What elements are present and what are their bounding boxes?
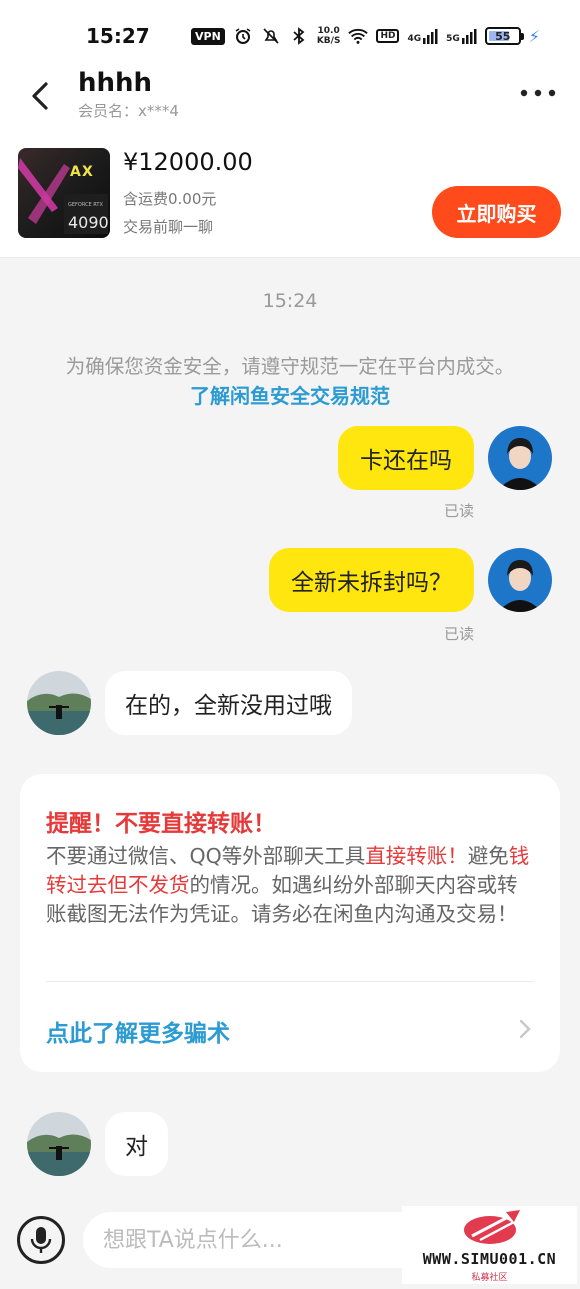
- anti-fraud-warning-card: 提醒！不要直接转账！ 不要通过微信、QQ等外部聊天工具直接转账！避免钱转过去但不…: [20, 774, 560, 1072]
- warning-title: 提醒！不要直接转账！: [46, 811, 276, 837]
- back-arrow-icon[interactable]: [26, 76, 56, 116]
- warning-text: 避免: [467, 844, 509, 868]
- read-status: 已读: [444, 625, 475, 643]
- hd-badge: HD: [376, 29, 400, 43]
- buy-now-button[interactable]: 立即购买: [432, 186, 561, 238]
- read-status: 已读: [444, 502, 475, 520]
- charging-icon: ⚡: [528, 26, 540, 46]
- watermark-logo-icon: [464, 1210, 520, 1244]
- microphone-icon: [30, 1227, 52, 1253]
- message-bubble-received[interactable]: 对: [105, 1112, 168, 1176]
- warning-body: 不要通过微信、QQ等外部聊天工具直接转账！避免钱转过去但不发货的情况。如遇纠纷外…: [46, 842, 536, 929]
- watermark-subtext: 私募社区: [471, 1273, 508, 1283]
- status-icons: VPN 10.0 KB/S HD 4G 5G 55 ⚡: [191, 24, 540, 48]
- product-price: ¥12000.00: [123, 148, 253, 176]
- alarm-icon: [233, 26, 253, 46]
- product-thumbnail[interactable]: A X GEFORCE RTX 4090: [18, 148, 110, 238]
- contact-avatar[interactable]: [27, 671, 91, 735]
- chat-timestamp: 15:24: [262, 290, 318, 312]
- svg-text:A: A: [70, 164, 81, 180]
- my-avatar[interactable]: [488, 548, 552, 612]
- message-bubble-sent[interactable]: 全新未拆封吗？: [269, 548, 474, 612]
- net-label-4g: 4G: [407, 34, 422, 44]
- clock: 15:27: [86, 24, 150, 48]
- shipping-info: 含运费0.00元: [123, 190, 217, 208]
- my-avatar[interactable]: [488, 426, 552, 490]
- signal-5g: 5G: [446, 28, 477, 44]
- wifi-icon: [348, 26, 369, 46]
- thumb-label: GEFORCE RTX: [68, 202, 103, 208]
- product-card[interactable]: A X GEFORCE RTX 4090 ¥12000.00 含运费0.00元 …: [0, 130, 580, 258]
- contact-name: hhhh: [78, 68, 153, 98]
- more-options-icon[interactable]: [520, 86, 556, 100]
- chevron-right-icon[interactable]: [518, 1018, 532, 1040]
- signal-bars-icon: [423, 29, 438, 44]
- message-bubble-received[interactable]: 在的，全新没用过哦: [105, 671, 352, 735]
- vpn-badge: VPN: [191, 27, 225, 45]
- warning-text: 不要通过微信、QQ等外部聊天工具: [46, 844, 366, 868]
- signal-bars-icon: [461, 29, 477, 44]
- bluetooth-icon: [289, 26, 309, 46]
- contact-avatar[interactable]: [27, 1112, 91, 1176]
- signal-4g: 4G: [407, 28, 438, 44]
- message-bubble-sent[interactable]: 卡还在吗: [338, 426, 474, 490]
- warning-highlight: 直接转账！: [365, 844, 468, 868]
- learn-more-scams-link[interactable]: 点此了解更多骗术: [46, 1014, 230, 1048]
- network-speed: 10.0 KB/S: [317, 26, 341, 46]
- watermark: WWW.SIMU001.CN 私募社区: [402, 1206, 577, 1284]
- safety-rules-link[interactable]: 了解闲鱼安全交易规范: [0, 380, 580, 409]
- net-label-5g: 5G: [446, 34, 460, 44]
- svg-text:X: X: [82, 164, 93, 180]
- battery-level: 55: [495, 29, 511, 43]
- speed-value: 10.0: [317, 26, 340, 36]
- mute-icon: [261, 26, 281, 46]
- status-bar: 15:27 VPN 10.0 KB/S HD 4G 5G 55 ⚡: [0, 0, 580, 70]
- safety-notice: 为确保您资金安全，请遵守规范一定在平台内成交。: [65, 355, 515, 378]
- thumb-model: 4090: [68, 213, 109, 232]
- watermark-text: WWW.SIMU001.CN: [422, 1250, 557, 1268]
- voice-button[interactable]: [17, 1216, 65, 1264]
- speed-unit: KB/S: [316, 36, 341, 46]
- battery-icon: 55: [484, 27, 524, 45]
- member-name: 会员名：x***4: [78, 102, 179, 120]
- divider: [46, 981, 534, 982]
- chat-first-hint: 交易前聊一聊: [123, 218, 214, 236]
- chat-header: hhhh 会员名：x***4: [0, 68, 580, 130]
